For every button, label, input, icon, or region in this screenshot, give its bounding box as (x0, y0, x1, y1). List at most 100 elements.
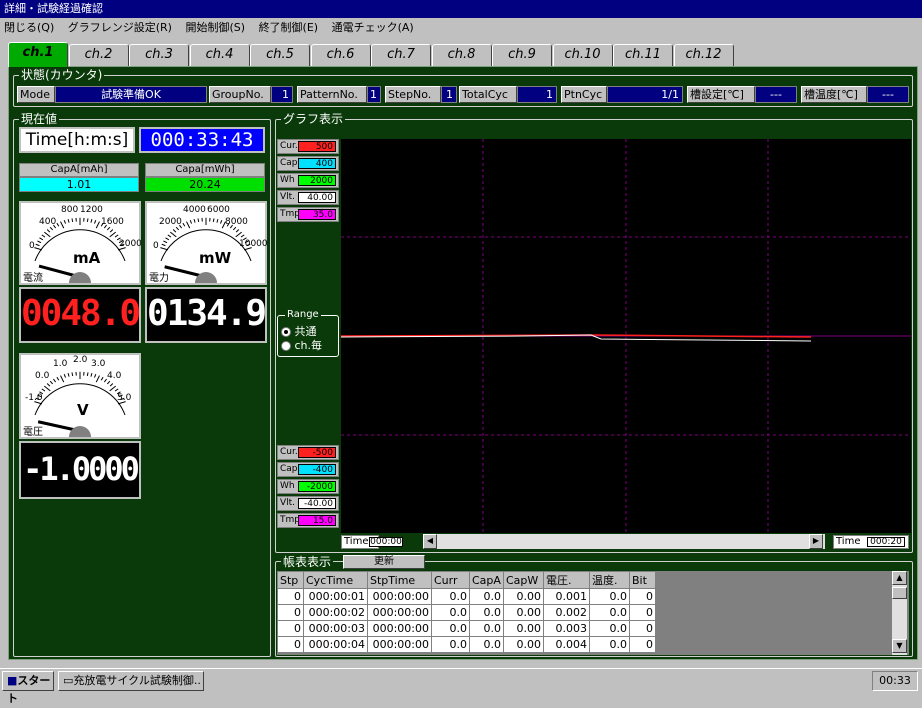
table-cell: 0.0 (432, 605, 470, 621)
bottom-labels-1: Cap-400 (277, 462, 339, 477)
tank-temp-value: --- (867, 86, 909, 103)
voltage-scale-0: 0.0 (35, 371, 49, 381)
taskbar-app-button[interactable]: ▭充放電サイクル試験制御.. (58, 671, 204, 691)
menu-close[interactable]: 閉じる(Q) (4, 21, 54, 34)
range-common-label: 共通 (295, 325, 317, 338)
step-label: StepNo. (385, 86, 441, 103)
meter-tick (36, 244, 40, 245)
capa-mah-label: CapA[mAh] (19, 163, 139, 177)
menu-current-check[interactable]: 通電チェック(A) (332, 21, 414, 34)
table-header-cell[interactable]: StpTime (368, 572, 432, 589)
meter-tick (68, 373, 69, 376)
tab-ch3[interactable]: ch.3 (129, 44, 189, 66)
range-common-option[interactable]: 共通 (281, 325, 317, 339)
table-row[interactable]: 0000:00:03000:00:000.00.00.000.0030.00 (278, 621, 656, 637)
voltage-scale-1: 1.0 (53, 359, 67, 369)
meter-tick (68, 219, 69, 222)
table-cell: 0.0 (432, 589, 470, 605)
app-icon: ▭ (63, 674, 73, 687)
tab-ch4[interactable]: ch.4 (190, 44, 250, 66)
tab-ch9[interactable]: ch.9 (492, 44, 552, 66)
scroll-right-button[interactable]: ▶ (809, 534, 823, 549)
top-labels-4: Tmp.35.0 (277, 207, 339, 222)
table-cell: 0.0 (432, 637, 470, 653)
range-common-radio[interactable] (281, 327, 291, 337)
time-label: Time[h:m:s] (19, 127, 135, 153)
tab-ch11[interactable]: ch.11 (613, 44, 673, 66)
current-meter: 400 800 1200 1600 2000 0 mA 電流 (19, 201, 141, 285)
meter-tick (37, 241, 41, 243)
meter-tick (50, 227, 52, 230)
range-each-option[interactable]: ch.毎 (281, 339, 322, 353)
refresh-button[interactable]: 更新 (343, 555, 425, 569)
table-header-cell[interactable]: Bit (630, 572, 656, 589)
meter-tick (34, 248, 42, 250)
table-cell: 0 (630, 589, 656, 605)
voltage-meter: -1.0 0.0 1.0 2.0 3.0 4.0 5.0 V 電圧 (19, 353, 141, 439)
table-header-cell[interactable]: Stp (278, 572, 304, 589)
table-cell: 000:00:03 (304, 621, 368, 637)
scroll-left-button[interactable]: ◀ (423, 534, 437, 549)
meter-tick (107, 381, 109, 384)
voltage-scale-5: 5.0 (117, 393, 131, 403)
graph-label-name: Vlt. (280, 192, 295, 202)
table-cell: 0.0 (470, 589, 504, 605)
table-header-cell[interactable]: Curr (432, 572, 470, 589)
tab-ch8[interactable]: ch.8 (432, 44, 492, 66)
meter-tick (53, 379, 55, 382)
table-header-cell[interactable]: CycTime (304, 572, 368, 589)
menu-end-control[interactable]: 終了制御(E) (259, 21, 319, 34)
tab-ch7[interactable]: ch.7 (371, 44, 431, 66)
tab-ch5[interactable]: ch.5 (250, 44, 310, 66)
meter-tick (186, 222, 189, 229)
menu-graph-range[interactable]: グラフレンジ設定(R) (68, 21, 172, 34)
tab-ch10[interactable]: ch.10 (553, 44, 613, 66)
meter-tick (217, 219, 218, 222)
tab-ch6[interactable]: ch.6 (311, 44, 371, 66)
graph-time-scrollbar[interactable] (437, 534, 825, 549)
graph-label-value: -400 (298, 464, 336, 475)
table-cell: 000:00:04 (304, 637, 368, 653)
graph-label-value: 500 (298, 141, 336, 152)
tab-ch12[interactable]: ch.12 (674, 44, 734, 66)
start-button[interactable]: ■スタート (2, 671, 54, 691)
graph-label-name: Wh (280, 481, 295, 491)
table-scrollbar[interactable]: ▲ ▼ (891, 571, 907, 655)
tank-set-label: 槽設定[℃] (687, 86, 755, 103)
table-scroll-thumb[interactable] (892, 587, 907, 599)
table-cell: 0.0 (470, 605, 504, 621)
meter-tick (44, 232, 50, 237)
table-cell: 0.00 (504, 605, 544, 621)
table-header-cell[interactable]: CapW (504, 572, 544, 589)
table-row[interactable]: 0000:00:04000:00:000.00.00.000.0040.00 (278, 637, 656, 653)
table-scroll-down[interactable]: ▼ (892, 639, 907, 653)
range-each-label: ch.毎 (295, 339, 323, 352)
meter-tick (91, 219, 92, 222)
mode-value: 試験準備OK (55, 86, 207, 103)
meter-tick (57, 223, 59, 226)
meter-tick (236, 232, 242, 237)
tab-ch2[interactable]: ch.2 (69, 44, 129, 66)
menu-start-control[interactable]: 開始制御(S) (185, 21, 245, 34)
voltage-unit: V (77, 401, 89, 419)
table-row[interactable]: 0000:00:01000:00:000.00.00.000.0010.00 (278, 589, 656, 605)
table-cell: 0.0 (470, 621, 504, 637)
bottom-labels-2: Wh-2000 (277, 479, 339, 494)
table-scroll-up[interactable]: ▲ (892, 571, 907, 585)
tab-ch1[interactable]: ch.1 (8, 42, 68, 67)
table-cell: 0.001 (544, 589, 590, 605)
meter-tick (110, 384, 113, 387)
table-header-cell[interactable]: 電圧. (544, 572, 590, 589)
table-cell: 0.00 (504, 589, 544, 605)
pattern-value: 1 (367, 86, 381, 103)
table-header-cell[interactable]: 温度. (590, 572, 630, 589)
current-scale-1200: 1200 (80, 205, 103, 215)
table-row[interactable]: 0000:00:02000:00:000.00.00.000.0020.00 (278, 605, 656, 621)
power-meter: 2000 4000 6000 8000 10000 0 mW 電力 (145, 201, 267, 285)
range-each-radio[interactable] (281, 341, 291, 351)
group-label: GroupNo. (209, 86, 271, 103)
table-header-cell[interactable]: CapA (470, 572, 504, 589)
power-scale-10000: 10000 (239, 239, 268, 249)
meter-tick (107, 227, 109, 230)
power-scale-4000: 4000 (183, 205, 206, 215)
